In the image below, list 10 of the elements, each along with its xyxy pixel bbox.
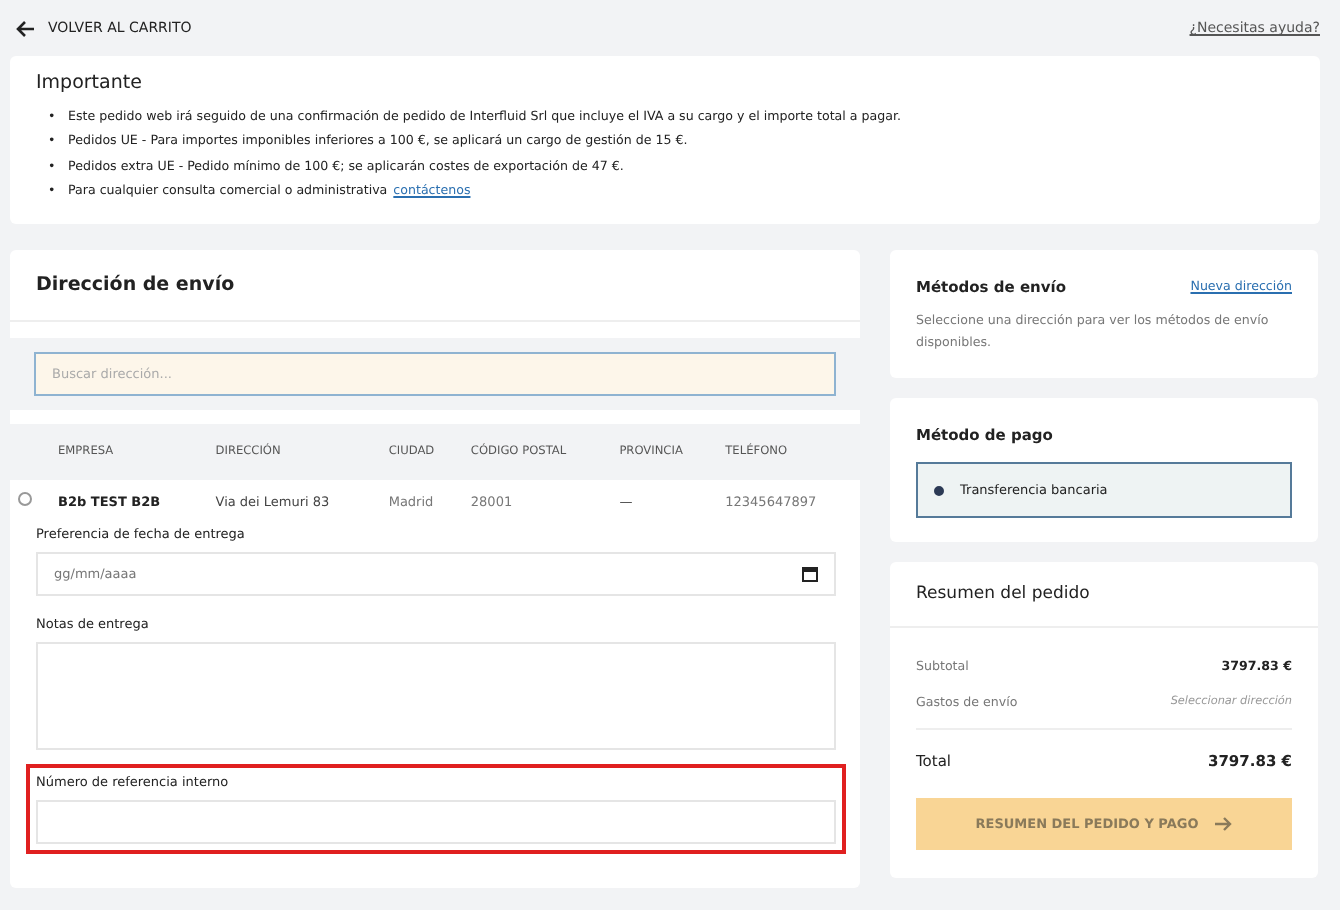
notice-title: Importante xyxy=(36,72,144,94)
arrow-left-icon xyxy=(16,19,36,37)
calendar-icon xyxy=(802,566,818,583)
notes-field[interactable] xyxy=(36,642,836,751)
reference-field[interactable] xyxy=(36,800,836,845)
summary-title: Resumen del pedido xyxy=(890,562,1318,629)
arrow-right-icon xyxy=(1214,816,1233,833)
payment-radio[interactable] xyxy=(934,485,944,496)
address-radio[interactable] xyxy=(18,492,32,507)
address-title: Dirección de envío xyxy=(10,250,860,323)
